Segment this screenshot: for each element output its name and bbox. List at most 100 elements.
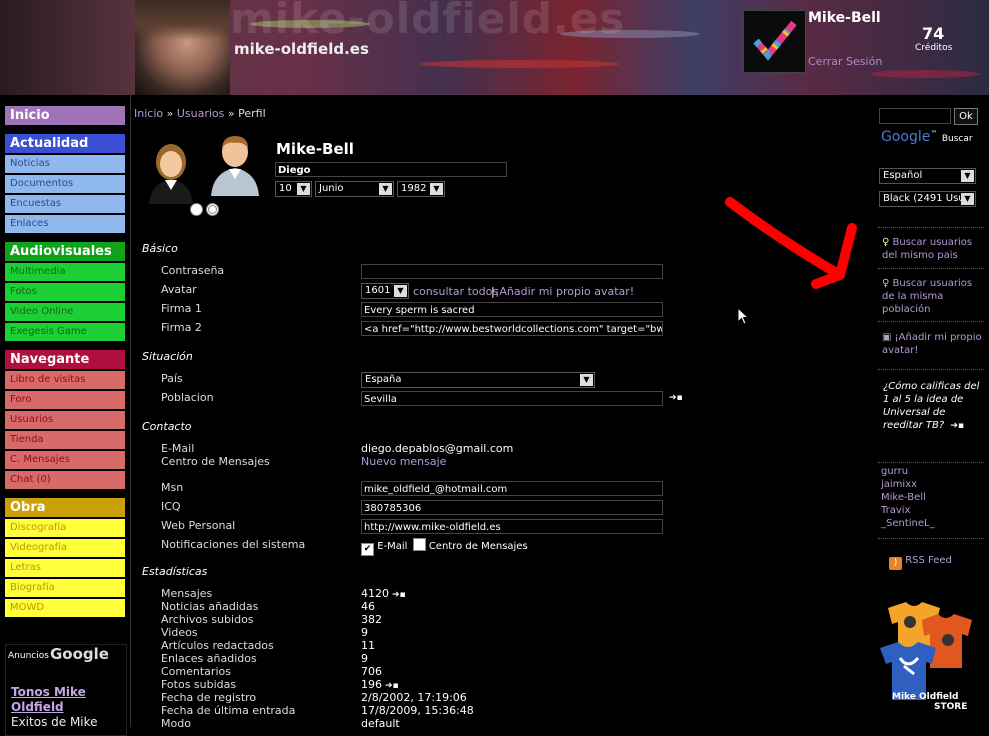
stat-value: 706 [361, 665, 382, 678]
menu-item-video-online[interactable]: Video Online [5, 303, 125, 321]
chevron-down-icon: ▼ [297, 183, 310, 195]
go-arrow-icon[interactable]: ➔▪ [392, 590, 406, 600]
menu-item-c-mensajes[interactable]: C. Mensajes [5, 451, 125, 469]
poll-question[interactable]: ¿Cómo calificas del 1 al 5 la idea de Un… [883, 380, 987, 433]
site-header: mike-oldfield.es mike-oldfield.es Mike-B… [0, 0, 989, 95]
menu-item-libro-visitas[interactable]: Libro de visitas [5, 371, 125, 389]
header-ghost-title: mike-oldfield.es [230, 0, 626, 43]
msn-field[interactable]: mike_oldfield_@hotmail.com [361, 481, 663, 496]
online-user[interactable]: Travix [881, 505, 911, 516]
password-field[interactable] [361, 264, 663, 279]
icq-label: ICQ [161, 500, 181, 513]
country-select[interactable]: España ▼ [361, 372, 595, 388]
search-input[interactable] [879, 108, 951, 124]
menu-item-encuestas[interactable]: Encuestas [5, 195, 125, 213]
google-search-logo: Google™ Buscar [881, 129, 973, 145]
store-banner[interactable]: Mike Oldfield STORE [878, 600, 978, 715]
avatar-consult-link[interactable]: consultar todos [413, 285, 498, 298]
header-username[interactable]: Mike-Bell [808, 10, 881, 26]
divider [878, 321, 984, 322]
go-arrow-icon[interactable]: ➔▪ [669, 393, 683, 403]
stat-value: 9 [361, 652, 368, 665]
add-avatar-link[interactable]: ▣ ¡Añadir mi propio avatar! [882, 331, 986, 357]
site-title[interactable]: mike-oldfield.es [234, 40, 369, 58]
search-same-country-link[interactable]: ♀ Buscar usuarios del mismo pais [882, 236, 986, 262]
menu-item-biografia[interactable]: Biografía [5, 579, 125, 597]
menu-title-obra[interactable]: Obra [5, 498, 125, 517]
menu-item-fotos[interactable]: Fotos [5, 283, 125, 301]
menu-item-chat[interactable]: Chat (0) [5, 471, 125, 489]
breadcrumb-separator: » [227, 107, 235, 120]
city-field[interactable]: Sevilla [361, 391, 663, 406]
menu-item-discografia[interactable]: Discografía [5, 519, 125, 537]
online-user[interactable]: jaimixx [881, 479, 917, 490]
gender-radio-male[interactable] [206, 203, 219, 216]
breadcrumb-current: Perfil [238, 107, 266, 120]
stat-value-text: 11 [361, 639, 375, 652]
menu-item-mowd[interactable]: MOWD [5, 599, 125, 617]
menu-item-usuarios[interactable]: Usuarios [5, 411, 125, 429]
menu-item-videografia[interactable]: Videografía [5, 539, 125, 557]
menu-title-navegante[interactable]: Navegante [5, 350, 125, 369]
birth-year-select[interactable]: 1982 ▼ [397, 181, 445, 197]
breadcrumb: Inicio » Usuarios » Perfil [134, 107, 266, 120]
rss-feed-link[interactable]: ) RSS Feed [889, 555, 952, 570]
menu-item-multimedia[interactable]: Multimedia [5, 263, 125, 281]
theme-select[interactable]: Black (2491 Usu ▼ [879, 191, 976, 207]
theme-value: Black (2491 Usu [883, 193, 965, 204]
birth-month-select[interactable]: Junio ▼ [315, 181, 394, 197]
menu-title-actualidad[interactable]: Actualidad [5, 134, 125, 153]
web-field[interactable]: http://www.mike-oldfield.es [361, 519, 663, 534]
notif-center-label: Centro de Mensajes [428, 541, 528, 552]
icq-field[interactable]: 380785306 [361, 500, 663, 515]
language-select[interactable]: Español ▼ [879, 168, 976, 184]
ad-link[interactable]: Tonos Mike Oldfield [11, 685, 111, 715]
female-avatar-icon[interactable] [143, 140, 199, 204]
signature2-field[interactable]: <a href="http://www.bestworldcollections… [361, 321, 663, 336]
gender-radio-female[interactable] [190, 203, 203, 216]
menu-item-exegesis-game[interactable]: Exegesis Game [5, 323, 125, 341]
search-ok-button[interactable]: Ok [954, 108, 978, 125]
online-user[interactable]: _SentineL_ [881, 518, 935, 529]
notif-center-checkbox[interactable] [412, 538, 426, 551]
online-user[interactable]: gurru [881, 466, 908, 477]
section-basic: Básico [142, 242, 178, 255]
ads-box: Anuncios Google Tonos Mike Oldfield Exit… [5, 644, 127, 736]
male-avatar-icon[interactable] [207, 132, 263, 196]
new-message-link[interactable]: Nuevo mensaje [361, 455, 446, 468]
menu-title-audiovisuales[interactable]: Audiovisuales [5, 242, 125, 261]
online-user[interactable]: Mike-Bell [881, 492, 926, 503]
chevron-down-icon: ▼ [430, 183, 443, 195]
breadcrumb-users[interactable]: Usuarios [177, 107, 225, 120]
menu-item-documentos[interactable]: Documentos [5, 175, 125, 193]
menu-item-noticias[interactable]: Noticias [5, 155, 125, 173]
menu-group-actualidad: Actualidad Noticias Documentos Encuestas… [5, 134, 125, 233]
search-same-city-link[interactable]: ♀ Buscar usuarios de la misma población [882, 277, 986, 316]
user-avatar[interactable] [743, 10, 806, 73]
notif-email-checkbox[interactable]: ✔ [361, 543, 374, 556]
breadcrumb-home[interactable]: Inicio [134, 107, 163, 120]
menu-item-enlaces[interactable]: Enlaces [5, 215, 125, 233]
notifications-options: ✔ E-Mail Centro de Mensajes [361, 538, 528, 556]
logout-link[interactable]: Cerrar Sesión [808, 55, 882, 68]
go-arrow-icon[interactable]: ➔▪ [385, 681, 399, 691]
birth-day-select[interactable]: 10 ▼ [275, 181, 312, 197]
menu-item-letras[interactable]: Letras [5, 559, 125, 577]
avatar-add-link[interactable]: ¡Añadir mi propio avatar! [495, 285, 634, 298]
signature1-field[interactable]: Every sperm is sacred [361, 302, 663, 317]
google-buscar: Buscar [941, 134, 973, 144]
avatar-select[interactable]: 1601 ▼ [361, 283, 409, 299]
first-name-field[interactable]: Diego [275, 162, 507, 177]
stat-value: 17/8/2009, 15:36:48 [361, 704, 474, 717]
menu-item-tienda[interactable]: Tienda [5, 431, 125, 449]
menu-item-foro[interactable]: Foro [5, 391, 125, 409]
avatar-select-value: 1601 [365, 285, 391, 296]
header-decoration [870, 70, 980, 78]
breadcrumb-separator: » [166, 107, 174, 120]
menu-inicio[interactable]: Inicio [5, 106, 125, 125]
rss-icon: ) [889, 557, 902, 570]
stat-value-text: 2/8/2002, 17:19:06 [361, 691, 467, 704]
header-photo [135, 0, 230, 95]
stat-value: 4120 ➔▪ [361, 587, 406, 600]
stat-label: Noticias añadidas [161, 600, 259, 613]
